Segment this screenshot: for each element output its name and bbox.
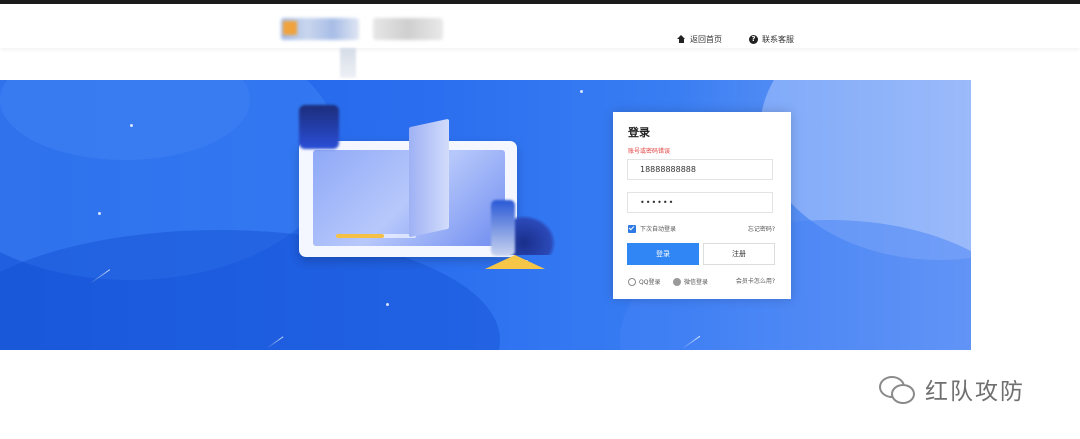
forgot-password-link[interactable]: 忘记密码? [748, 224, 775, 233]
qq-login-label: QQ登录 [639, 279, 661, 286]
nav-contact-link[interactable]: ? 联系客服 [749, 34, 794, 45]
login-button[interactable]: 登录 [627, 243, 699, 265]
hero-banner [0, 80, 971, 350]
password-input[interactable] [627, 192, 773, 213]
plant-illustration [510, 215, 556, 255]
register-button[interactable]: 注册 [703, 243, 775, 265]
ground-illustration [485, 255, 545, 269]
nav-contact-label: 联系客服 [762, 35, 794, 44]
wechat-icon [877, 374, 917, 404]
watermark-text: 红队攻防 [925, 379, 1025, 405]
hero-illustration [295, 105, 556, 275]
username-input[interactable] [627, 159, 773, 180]
logo-mark [283, 21, 297, 35]
site-header: 返回首页 ? 联系客服 [0, 4, 1080, 48]
page-flip-illustration [409, 118, 449, 238]
star-dot [386, 303, 389, 306]
star-dot [580, 90, 583, 93]
login-error-message: 账号或密码错误 [628, 148, 671, 155]
remember-me-label: 下次自动登录 [640, 226, 677, 233]
site-logo-text [373, 18, 443, 40]
illustration-progress [336, 234, 416, 238]
remember-me-checkbox[interactable]: 下次自动登录 [628, 224, 676, 233]
help-icon: ? [749, 35, 758, 44]
home-icon [677, 35, 686, 44]
wechat-login-link[interactable]: 微信登录 [673, 277, 708, 286]
qq-icon [628, 277, 636, 286]
person-illustration [491, 200, 515, 256]
tablet-illustration [299, 118, 517, 257]
wechat-login-label: 微信登录 [684, 279, 709, 286]
site-logo[interactable] [281, 18, 359, 40]
star-dot [98, 212, 101, 215]
person-illustration [299, 105, 339, 149]
wechat-icon [673, 277, 681, 286]
membership-help-link[interactable]: 会员卡怎么用? [736, 276, 775, 285]
nav-home-label: 返回首页 [690, 35, 722, 44]
nav-home-link[interactable]: 返回首页 [677, 34, 722, 45]
watermark: 红队攻防 [877, 372, 1025, 406]
logo-blur-fragment [340, 48, 356, 78]
qq-login-link[interactable]: QQ登录 [628, 277, 660, 286]
login-title: 登录 [628, 126, 650, 139]
star-dot [130, 124, 133, 127]
checkbox-checked-icon[interactable] [628, 224, 636, 233]
login-card: 登录 账号或密码错误 下次自动登录 忘记密码? 登录 注册 QQ登录 微信登录 … [613, 112, 791, 299]
